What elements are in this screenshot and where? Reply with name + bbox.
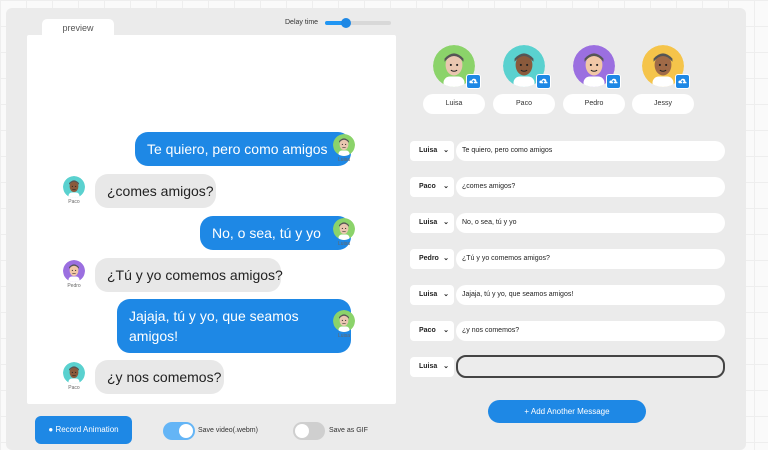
chat-avatar [333, 310, 355, 332]
speaker-select[interactable]: Pedro ⌄ [410, 249, 454, 269]
chat-bubble: ¿Tú y yo comemos amigos? [95, 258, 283, 292]
toggle-knob [295, 424, 309, 438]
add-message-button[interactable]: + Add Another Message [488, 400, 646, 423]
message-input[interactable]: Jajaja, tú y yo, que seamos amigos! [456, 285, 725, 305]
speaker-select-value: Luisa [419, 147, 438, 154]
character-name[interactable]: Pedro [563, 94, 625, 114]
chat-avatar-name: Paco [68, 199, 80, 205]
chat-avatar [63, 362, 85, 384]
speaker-select[interactable]: Luisa ⌄ [410, 357, 454, 377]
speaker-select-value: Paco [419, 183, 436, 190]
speaker-select-value: Luisa [419, 219, 438, 226]
message-input[interactable]: No, o sea, tú y yo [456, 213, 725, 233]
speaker-select[interactable]: Luisa ⌄ [410, 141, 454, 161]
speaker-select[interactable]: Luisa ⌄ [410, 285, 454, 305]
chat-avatar [63, 260, 85, 282]
chevron-down-icon: ⌄ [443, 255, 449, 262]
toggle-knob [179, 424, 193, 438]
speaker-select-value: Luisa [419, 363, 438, 370]
chat-bubble: ¿y nos comemos? [95, 360, 224, 394]
upload-icon[interactable] [606, 74, 621, 89]
chat-avatar [333, 218, 355, 240]
upload-icon[interactable] [675, 74, 690, 89]
character-name[interactable]: Paco [493, 94, 555, 114]
chevron-down-icon: ⌄ [443, 363, 449, 370]
chat-avatar-name: Pedro [67, 283, 81, 289]
record-animation-button[interactable]: ● Record Animation [35, 416, 132, 444]
chevron-down-icon: ⌄ [443, 183, 449, 190]
chat-bubble: Te quiero, pero como amigos [135, 132, 351, 166]
message-input[interactable]: Te quiero, pero como amigos [456, 141, 725, 161]
chat-avatar-name: Paco [68, 385, 80, 391]
save-gif-toggle[interactable] [293, 422, 325, 440]
message-input[interactable]: ¿comes amigos? [456, 177, 725, 197]
chat-avatar [63, 176, 85, 198]
chat-avatar-name: Luisa [338, 333, 350, 339]
message-input[interactable] [456, 355, 725, 378]
preview-tab[interactable]: preview [42, 19, 114, 36]
upload-icon[interactable] [536, 74, 551, 89]
message-input[interactable]: ¿y nos comemos? [456, 321, 725, 341]
speaker-select[interactable]: Paco ⌄ [410, 177, 454, 197]
delay-time-slider[interactable] [325, 18, 391, 28]
character-name[interactable]: Jessy [632, 94, 694, 114]
chat-preview: Te quiero, pero como amigos Luisa ¿comes a… [27, 35, 396, 404]
chevron-down-icon: ⌄ [443, 327, 449, 334]
message-input[interactable]: ¿Tú y yo comemos amigos? [456, 249, 725, 269]
chat-avatar [333, 134, 355, 156]
speaker-select-value: Paco [419, 327, 436, 334]
chevron-down-icon: ⌄ [443, 147, 449, 154]
chat-avatar-name: Luisa [338, 157, 350, 163]
chat-bubble: ¿comes amigos? [95, 174, 216, 208]
save-video-toggle[interactable] [163, 422, 195, 440]
speaker-select[interactable]: Luisa ⌄ [410, 213, 454, 233]
chevron-down-icon: ⌄ [443, 219, 449, 226]
upload-icon[interactable] [466, 74, 481, 89]
save-gif-label: Save as GIF [329, 427, 368, 434]
save-video-label: Save video(.webm) [198, 427, 258, 434]
chat-avatar-name: Luisa [338, 241, 350, 247]
chevron-down-icon: ⌄ [443, 291, 449, 298]
speaker-select-value: Luisa [419, 291, 438, 298]
speaker-select[interactable]: Paco ⌄ [410, 321, 454, 341]
delay-time-label: Delay time [285, 19, 319, 26]
speaker-select-value: Pedro [419, 255, 439, 262]
character-name[interactable]: Luisa [423, 94, 485, 114]
chat-bubble: Jajaja, tú y yo, que seamos amigos! [117, 299, 351, 353]
